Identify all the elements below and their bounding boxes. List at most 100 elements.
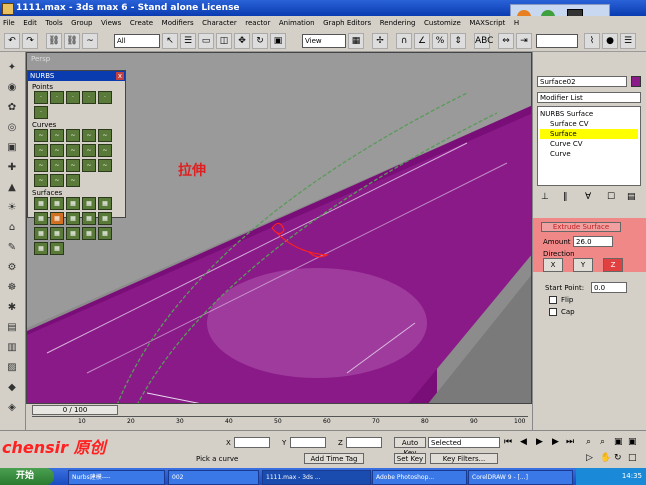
pivot-icon[interactable]: ▦ (348, 33, 364, 49)
tool-icon-b[interactable]: ▤ (4, 320, 20, 335)
zoom-extents-icon[interactable]: ▣ (614, 437, 623, 447)
set-key-button[interactable]: Set Key (394, 453, 426, 464)
surface-tool-icon[interactable]: ▦ (98, 197, 112, 210)
cameras-icon[interactable]: ⌂ (4, 220, 20, 235)
select-scale-icon[interactable]: ▣ (270, 33, 286, 49)
tool-icon-f[interactable]: ◈ (4, 400, 20, 415)
unlink-icon[interactable]: ⛓ (64, 33, 80, 49)
curve-tool-icon[interactable]: ~ (82, 144, 96, 157)
start-button[interactable]: 开始 (0, 468, 54, 485)
curve-curve-point-icon[interactable]: · (82, 91, 96, 104)
spinner-snap-icon[interactable]: ⇕ (450, 33, 466, 49)
goto-end-icon[interactable]: ⏭ (566, 437, 574, 447)
surface-tool-icon[interactable]: ▦ (34, 242, 48, 255)
menu-file[interactable]: File (0, 19, 18, 27)
render-scene-icon[interactable]: ☰ (620, 33, 636, 49)
extrude-surface-rollout-title[interactable]: Extrude Surface (541, 222, 621, 232)
systems-icon[interactable]: ☸ (4, 280, 20, 295)
flip-checkbox[interactable] (549, 296, 557, 304)
spacewarps-icon[interactable]: ⚙ (4, 260, 20, 275)
surface-tool-icon[interactable]: ▦ (98, 227, 112, 240)
menu-customize[interactable]: Customize (421, 19, 464, 27)
amount-field[interactable]: 26.0 (573, 236, 613, 247)
field-of-view-icon[interactable]: ▷ (586, 453, 593, 463)
selected-dropdown[interactable]: Selected (428, 437, 500, 448)
bind-space-warp-icon[interactable]: ~ (82, 33, 98, 49)
stack-item-curve-cv[interactable]: Curve CV (540, 139, 638, 149)
reference-coordinate-dropdown[interactable]: View (302, 34, 346, 48)
surface-tool-icon[interactable]: ▦ (34, 212, 48, 225)
zoom-icon[interactable]: ⌕ (586, 437, 591, 447)
surface-tool-icon[interactable]: ▦ (66, 212, 80, 225)
next-frame-icon[interactable]: ▶ (552, 437, 559, 447)
previous-frame-icon[interactable]: ◀ (520, 437, 527, 447)
nurbs-toolbox-header[interactable]: NURBS x (28, 71, 125, 81)
surface-tool-icon[interactable]: ▦ (82, 212, 96, 225)
pin-stack-icon[interactable]: ⊥ (541, 192, 553, 202)
curve-editor-icon[interactable]: ⌇ (584, 33, 600, 49)
curve-tool-icon[interactable]: ~ (82, 159, 96, 172)
maximize-viewport-icon[interactable]: □ (628, 453, 637, 463)
redo-icon[interactable]: ↷ (22, 33, 38, 49)
surface-tool-icon[interactable]: ▦ (50, 197, 64, 210)
stack-item-surface-cv[interactable]: Surface CV (540, 119, 638, 129)
curve-tool-icon[interactable]: ~ (82, 129, 96, 142)
angle-snap-icon[interactable]: ∠ (414, 33, 430, 49)
menu-animation[interactable]: Animation (276, 19, 318, 27)
named-selection-icon[interactable]: ABC (474, 33, 493, 49)
taskbar-item-3dsmax[interactable]: 1111.max - 3ds ... (262, 470, 371, 485)
curve-tool-icon[interactable]: ~ (66, 129, 80, 142)
surface-tool-icon[interactable]: ▦ (34, 197, 48, 210)
make-unique-icon[interactable]: ∀ (585, 192, 597, 202)
window-crossing-icon[interactable]: ◫ (216, 33, 232, 49)
zoom-extents-all-icon[interactable]: ▣ (628, 437, 637, 447)
object-color-swatch[interactable] (631, 76, 641, 87)
stack-item-surface[interactable]: Surface (540, 129, 638, 139)
play-icon[interactable]: ▶ (536, 437, 543, 447)
point-icon[interactable]: · (34, 91, 48, 104)
menu-graph-editors[interactable]: Graph Editors (320, 19, 374, 27)
cap-checkbox[interactable] (549, 308, 557, 316)
direction-y-button[interactable]: Y (573, 258, 593, 272)
tool-icon-d[interactable]: ▨ (4, 360, 20, 375)
offset-point-icon[interactable]: · (50, 91, 64, 104)
start-point-field[interactable]: 0.0 (591, 282, 627, 293)
remove-modifier-icon[interactable]: ☐ (607, 192, 619, 202)
curve-tool-icon[interactable]: ~ (66, 144, 80, 157)
named-selection-set[interactable] (536, 34, 578, 48)
key-filters-button[interactable]: Key Filters... (430, 453, 498, 464)
region-select-icon[interactable]: ▭ (198, 33, 214, 49)
surface-tool-icon[interactable]: ▦ (66, 197, 80, 210)
taskbar-item-coreldraw[interactable]: CorelDRAW 9 - [...] (468, 470, 573, 485)
modify-icon[interactable]: ◉ (4, 80, 20, 95)
time-slider[interactable]: 0 / 100 (32, 405, 118, 415)
y-coord-field[interactable] (290, 437, 326, 448)
display-icon[interactable]: ▣ (4, 140, 20, 155)
arc-rotate-icon[interactable]: ↻ (614, 453, 622, 463)
percent-snap-icon[interactable]: % (432, 33, 448, 49)
surface-tool-icon[interactable]: ▦ (50, 227, 64, 240)
tool-icon-a[interactable]: ✱ (4, 300, 20, 315)
surface-tool-icon[interactable]: ▦ (82, 197, 96, 210)
modifier-list-dropdown[interactable]: Modifier List (537, 92, 641, 103)
menu-maxscript[interactable]: MAXScript (466, 19, 508, 27)
surface-tool-icon[interactable]: ▦ (34, 227, 48, 240)
curve-tool-icon[interactable]: ~ (50, 144, 64, 157)
lights-icon[interactable]: ☀ (4, 200, 20, 215)
select-manipulate-icon[interactable]: ✢ (372, 33, 388, 49)
auto-key-button[interactable]: Auto Key (394, 437, 426, 457)
menu-rendering[interactable]: Rendering (377, 19, 419, 27)
selection-filter-dropdown[interactable]: All (114, 34, 160, 48)
helpers-icon[interactable]: ✎ (4, 240, 20, 255)
utilities-icon[interactable]: ✚ (4, 160, 20, 175)
curve-tool-icon[interactable]: ~ (34, 159, 48, 172)
menu-reactor[interactable]: reactor (242, 19, 273, 27)
taskbar-item-photoshop[interactable]: Adobe Photoshop... (372, 470, 467, 485)
select-object-icon[interactable]: ↖ (162, 33, 178, 49)
create-icon[interactable]: ✦ (4, 60, 20, 75)
surface-point-icon[interactable]: · (98, 91, 112, 104)
zoom-all-icon[interactable]: ⌕ (600, 437, 605, 447)
select-move-icon[interactable]: ✥ (234, 33, 250, 49)
z-coord-field[interactable] (346, 437, 382, 448)
curve-tool-icon[interactable]: ~ (34, 174, 48, 187)
